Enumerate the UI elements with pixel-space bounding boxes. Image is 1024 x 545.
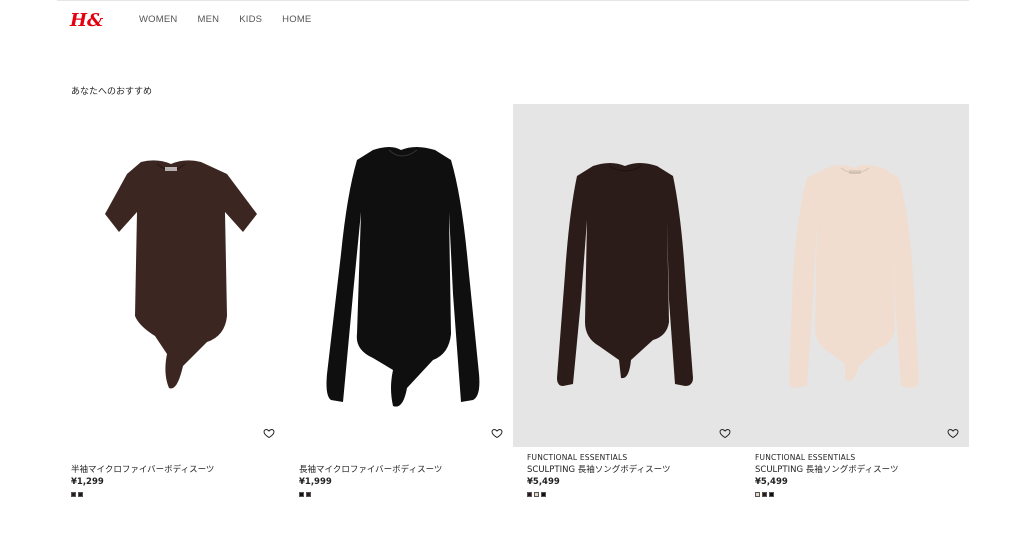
favorite-heart-icon[interactable] (263, 427, 275, 439)
color-swatches (527, 492, 737, 497)
product-brand: FUNCTIONAL ESSENTIALS (527, 453, 628, 462)
color-swatch[interactable] (78, 492, 83, 497)
product-info: FUNCTIONAL ESSENTIALS SCULPTING 長袖ソングボディ… (527, 453, 737, 497)
product-image[interactable] (285, 104, 513, 447)
product-brand (299, 453, 509, 463)
color-swatch[interactable] (769, 492, 774, 497)
hm-logo[interactable]: H&M (69, 6, 103, 32)
site-header: H&M WOMEN MEN KIDS HOME (57, 0, 969, 40)
color-swatch[interactable] (299, 492, 304, 497)
color-swatch[interactable] (306, 492, 311, 497)
garment-shape (789, 165, 919, 388)
product-card[interactable]: FUNCTIONAL ESSENTIALS SCULPTING 長袖ソングボディ… (741, 104, 969, 504)
product-info: 半袖マイクロファイバーボディスーツ ¥1,299 (71, 453, 281, 497)
product-name[interactable]: SCULPTING 長袖ソングボディスーツ (755, 465, 965, 476)
product-name[interactable]: 長袖マイクロファイバーボディスーツ (299, 465, 509, 476)
color-swatch[interactable] (541, 492, 546, 497)
product-price: ¥1,299 (71, 477, 104, 487)
product-price: ¥5,499 (755, 477, 788, 487)
product-name[interactable]: 半袖マイクロファイバーボディスーツ (71, 465, 281, 476)
color-swatch[interactable] (71, 492, 76, 497)
favorite-heart-icon[interactable] (947, 427, 959, 439)
garment-shape (557, 163, 693, 386)
nav-women[interactable]: WOMEN (139, 14, 177, 25)
nav-home[interactable]: HOME (282, 14, 311, 25)
product-image[interactable] (513, 104, 741, 447)
color-swatches (755, 492, 965, 497)
nav-kids[interactable]: KIDS (239, 14, 262, 25)
section-title: あなたへのおすすめ (71, 87, 153, 97)
product-card[interactable]: FUNCTIONAL ESSENTIALS SCULPTING 長袖ソングボディ… (513, 104, 741, 504)
product-brand (71, 453, 281, 463)
product-name[interactable]: SCULPTING 長袖ソングボディスーツ (527, 465, 737, 476)
color-swatch[interactable] (755, 492, 760, 497)
product-price: ¥5,499 (527, 477, 560, 487)
color-swatch[interactable] (534, 492, 539, 497)
color-swatches (299, 492, 509, 497)
main-nav: WOMEN MEN KIDS HOME (139, 14, 331, 25)
color-swatch[interactable] (527, 492, 532, 497)
nav-men[interactable]: MEN (197, 14, 219, 25)
favorite-heart-icon[interactable] (719, 427, 731, 439)
product-info: FUNCTIONAL ESSENTIALS SCULPTING 長袖ソングボディ… (755, 453, 965, 497)
garment-shape (326, 147, 480, 407)
product-image[interactable] (741, 104, 969, 447)
product-card[interactable]: 半袖マイクロファイバーボディスーツ ¥1,299 (57, 104, 285, 504)
color-swatch[interactable] (762, 492, 767, 497)
product-brand: FUNCTIONAL ESSENTIALS (755, 453, 856, 462)
product-grid: 半袖マイクロファイバーボディスーツ ¥1,299 長袖マイクロファイバーボディス… (57, 104, 969, 504)
favorite-heart-icon[interactable] (491, 427, 503, 439)
garment-shape (105, 160, 257, 389)
logo-text: H&M (69, 10, 103, 31)
color-swatches (71, 492, 281, 497)
product-image[interactable] (57, 104, 285, 447)
product-card[interactable]: 長袖マイクロファイバーボディスーツ ¥1,999 (285, 104, 513, 504)
product-info: 長袖マイクロファイバーボディスーツ ¥1,999 (299, 453, 509, 497)
product-price: ¥1,999 (299, 477, 332, 487)
